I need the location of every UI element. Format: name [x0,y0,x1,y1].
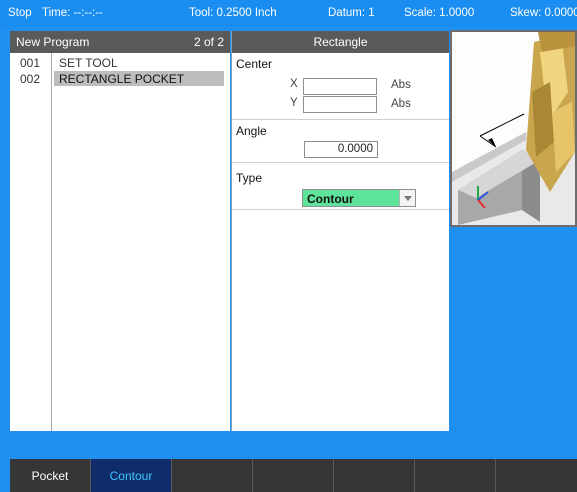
program-title: New Program [16,35,90,49]
program-page-indicator: 2 of 2 [194,35,225,49]
softkey-pocket[interactable]: Pocket [10,459,91,492]
program-step-row[interactable]: 001 SET TOOL [10,55,230,70]
angle-section: Angle 0.0000 [232,120,449,163]
y-axis-label: Y [290,97,298,109]
type-label: Type [236,171,263,185]
stop-status: Stop [8,7,32,19]
center-x-field[interactable] [303,78,377,95]
step-number-column [10,53,52,431]
center-y-unit[interactable]: Abs [391,98,411,110]
tool-readout: Tool: 0.2500 Inch [189,7,277,19]
status-bar: Stop Time: --:--:-- Tool: 0.2500 Inch Da… [0,0,577,27]
datum-readout: Datum: 1 [328,7,375,19]
form-title: Rectangle [232,31,449,53]
center-y-field[interactable] [303,96,377,113]
tool-preview-image [450,30,577,227]
program-panel: New Program 2 of 2 001 SET TOOL 002 RECT… [10,31,230,431]
skew-readout: Skew: 0.0000 [510,7,577,19]
softkey-3[interactable] [172,459,253,492]
step-number: 001 [19,56,41,70]
rectangle-form-panel: Rectangle Center X Abs Y Abs Angle 0.000… [231,31,449,431]
center-section: Center X Abs Y Abs [232,53,449,120]
type-dropdown-value: Contour [307,192,354,206]
softkey-4[interactable] [253,459,334,492]
step-number: 002 [19,72,41,86]
step-name: RECTANGLE POCKET [54,71,224,86]
center-label: Center [236,57,273,71]
type-section: Type Contour [232,163,449,210]
center-x-unit[interactable]: Abs [391,79,411,91]
softkey-5[interactable] [334,459,415,492]
x-axis-label: X [290,78,298,90]
softkey-6[interactable] [415,459,496,492]
program-step-list: 001 SET TOOL 002 RECTANGLE POCKET [10,53,230,431]
softkey-contour[interactable]: Contour [91,459,172,492]
time-readout: Time: --:--:-- [42,7,103,19]
step-name: SET TOOL [59,56,118,70]
angle-field[interactable]: 0.0000 [304,141,378,158]
program-header: New Program 2 of 2 [10,31,230,53]
type-dropdown[interactable]: Contour [302,189,416,207]
softkey-bar: Pocket Contour [10,459,577,492]
scale-readout: Scale: 1.0000 [404,7,475,19]
chevron-down-icon[interactable] [399,190,415,206]
program-step-row-selected[interactable]: 002 RECTANGLE POCKET [10,71,230,86]
angle-label: Angle [236,124,267,138]
end-mill-illustration [452,32,575,225]
softkey-7[interactable] [496,459,577,492]
